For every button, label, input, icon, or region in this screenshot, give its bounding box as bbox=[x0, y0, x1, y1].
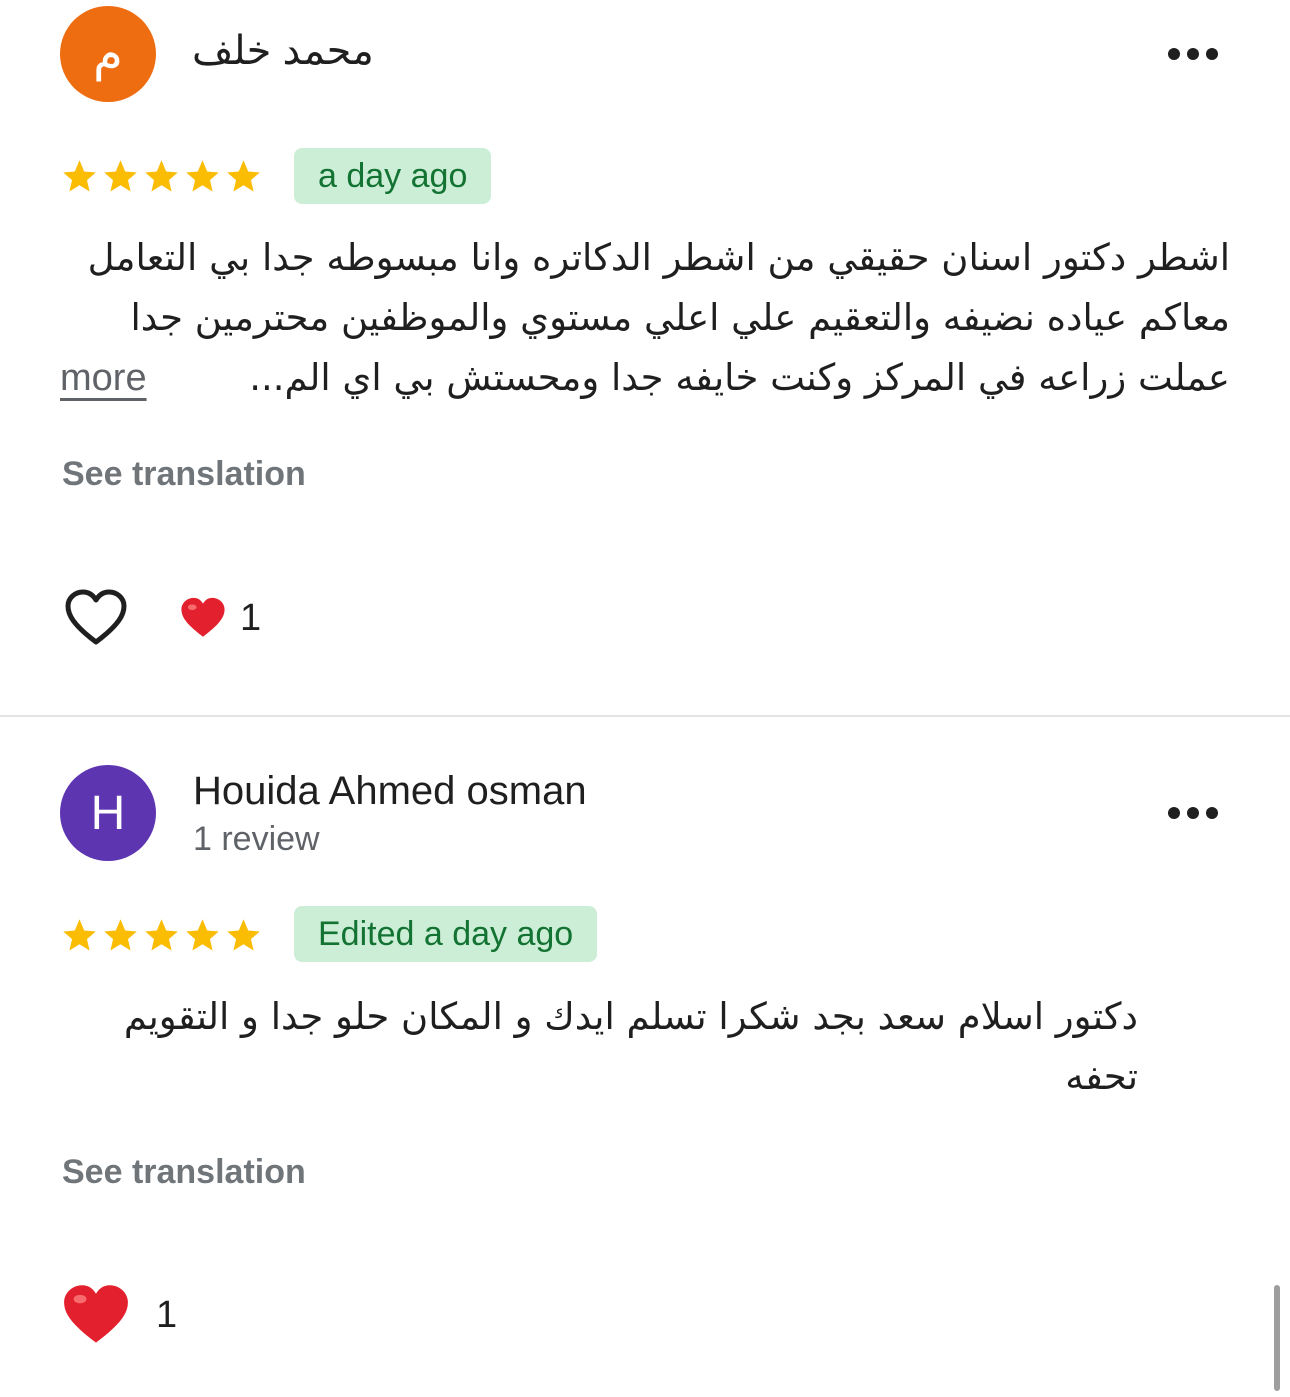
review-text-line: عملت زراعه في المركز وكنت خايفه جدا ومحس… bbox=[249, 356, 1230, 399]
star-rating bbox=[60, 154, 263, 198]
review-card: H Houida Ahmed osman 1 review Edited a d… bbox=[0, 717, 1290, 1397]
star-icon bbox=[104, 918, 137, 950]
see-translation-link[interactable]: See translation bbox=[62, 455, 306, 494]
more-dot-icon bbox=[1206, 807, 1218, 819]
star-icon bbox=[145, 159, 178, 191]
star-icon bbox=[186, 918, 219, 950]
see-translation-link[interactable]: See translation bbox=[62, 1153, 306, 1192]
star-icon bbox=[63, 159, 96, 191]
avatar-letter: H bbox=[90, 786, 126, 840]
avatar-letter: م bbox=[93, 28, 123, 81]
heart-outline-icon[interactable] bbox=[64, 588, 128, 648]
review-text-line: معاكم عياده نضيفه والتعقيم علي اعلي مستو… bbox=[130, 296, 1230, 339]
more-options-button[interactable] bbox=[1168, 44, 1218, 64]
review-text: دكتور اسلام سعد بجد شكرا تسلم ايدك و الم… bbox=[60, 987, 1138, 1107]
avatar[interactable]: م bbox=[60, 6, 156, 102]
star-icon bbox=[145, 918, 178, 950]
more-dot-icon bbox=[1206, 48, 1218, 60]
author-name[interactable]: Houida Ahmed osman bbox=[193, 769, 587, 814]
review-text-line: تحفه bbox=[1065, 1055, 1138, 1098]
star-icon bbox=[227, 159, 260, 191]
review-text-line: دكتور اسلام سعد بجد شكرا تسلم ايدك و الم… bbox=[123, 995, 1138, 1038]
more-dot-icon bbox=[1187, 807, 1199, 819]
reaction-summary[interactable]: 1 bbox=[180, 596, 261, 640]
more-options-button[interactable] bbox=[1168, 803, 1218, 823]
star-icon bbox=[63, 918, 96, 950]
reaction-count: 1 bbox=[156, 1293, 178, 1336]
red-heart-icon[interactable] bbox=[62, 1283, 130, 1347]
review-count: 1 review bbox=[193, 820, 320, 858]
review-date-badge: a day ago bbox=[294, 148, 492, 204]
star-icon bbox=[227, 918, 260, 950]
avatar[interactable]: H bbox=[60, 765, 156, 861]
more-dot-icon bbox=[1187, 48, 1199, 60]
star-icon bbox=[104, 159, 137, 191]
review-date-badge: Edited a day ago bbox=[294, 906, 598, 962]
red-heart-icon bbox=[181, 597, 225, 637]
review-text-line: اشطر دكتور اسنان حقيقي من اشطر الدكاتره … bbox=[87, 236, 1230, 279]
scrollbar[interactable] bbox=[1274, 1285, 1280, 1391]
review-text-line-last: عملت زراعه في المركز وكنت خايفه جدا ومحس… bbox=[60, 348, 1230, 408]
reaction-summary[interactable]: 1 bbox=[62, 1283, 177, 1347]
review-card: م محمد خلف a day ago اشطر دكتور اسنان حق… bbox=[0, 0, 1290, 715]
author-name[interactable]: محمد خلف bbox=[192, 28, 374, 74]
more-dot-icon bbox=[1168, 48, 1180, 60]
star-icon bbox=[186, 159, 219, 191]
star-rating bbox=[60, 913, 263, 957]
review-text: اشطر دكتور اسنان حقيقي من اشطر الدكاتره … bbox=[60, 228, 1230, 408]
more-link[interactable]: more bbox=[60, 348, 147, 408]
more-dot-icon bbox=[1168, 807, 1180, 819]
reaction-count: 1 bbox=[240, 596, 262, 639]
